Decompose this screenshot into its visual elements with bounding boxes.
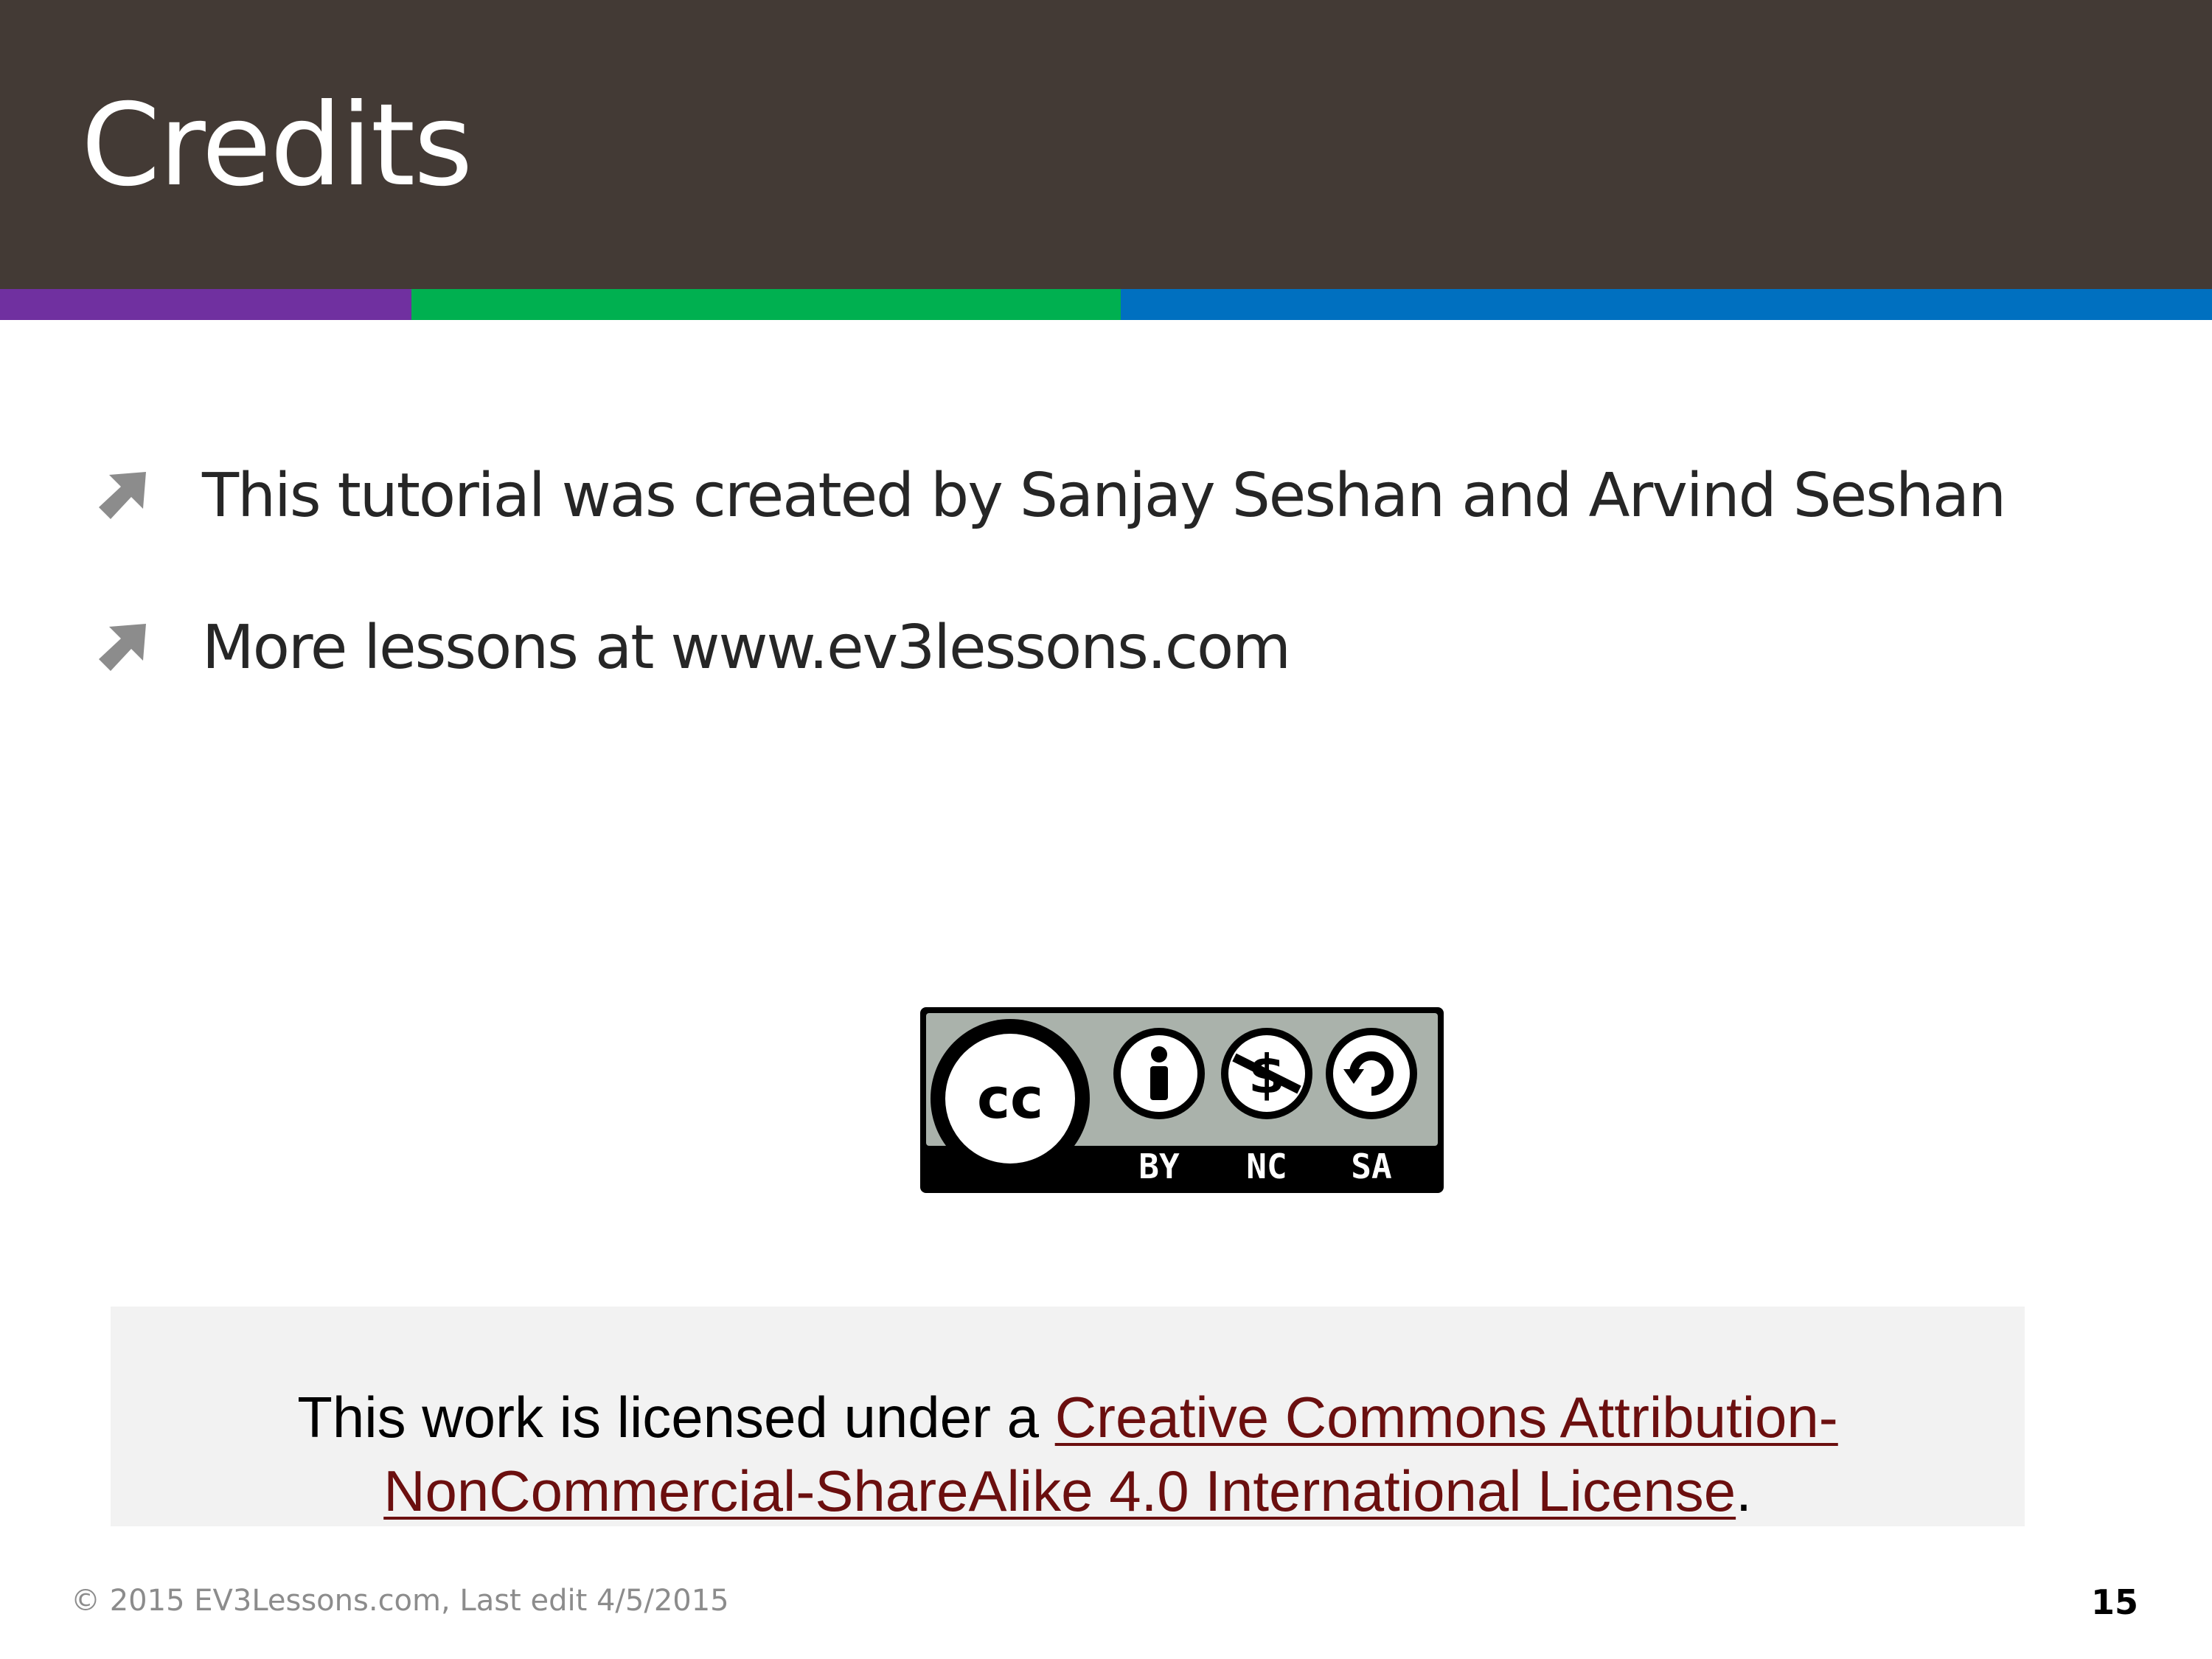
svg-text:SA: SA: [1351, 1147, 1391, 1186]
svg-text:NC: NC: [1246, 1147, 1287, 1186]
footer-copyright: © 2015 EV3Lessons.com, Last edit 4/5/201…: [71, 1584, 729, 1618]
bullet-item: This tutorial was created by Sanjay Sesh…: [93, 461, 2006, 531]
page-number: 15: [2090, 1582, 2138, 1622]
accent-stripe-blue: [1121, 289, 2212, 320]
svg-text:BY: BY: [1138, 1147, 1180, 1186]
cc-license-badge[interactable]: cc $ BY NC SA: [920, 1007, 1444, 1193]
arrow-up-right-icon: [99, 472, 146, 519]
bullet-text: More lessons at www.ev3lessons.com: [202, 612, 1291, 683]
title-bar: Credits: [0, 0, 2212, 289]
license-suffix: .: [1736, 1458, 1752, 1523]
bullet-text: This tutorial was created by Sanjay Sesh…: [202, 460, 2006, 531]
license-prefix: This work is licensed under a: [297, 1385, 1055, 1450]
bullet-item: More lessons at www.ev3lessons.com: [93, 613, 1291, 683]
attribution-icon: [1113, 1028, 1205, 1119]
svg-text:cc: cc: [977, 1065, 1043, 1131]
cc-icon: cc: [931, 1019, 1090, 1178]
noncommercial-icon: $: [1221, 1028, 1312, 1119]
arrow-up-right-icon: [99, 624, 146, 671]
slide-title: Credits: [81, 80, 473, 212]
accent-stripe-purple: [0, 289, 411, 320]
sharealike-icon: [1326, 1028, 1417, 1119]
license-notice: This work is licensed under a Creative C…: [111, 1307, 2025, 1526]
accent-stripe-green: [411, 289, 1121, 320]
license-text: This work is licensed under a Creative C…: [111, 1380, 2025, 1528]
